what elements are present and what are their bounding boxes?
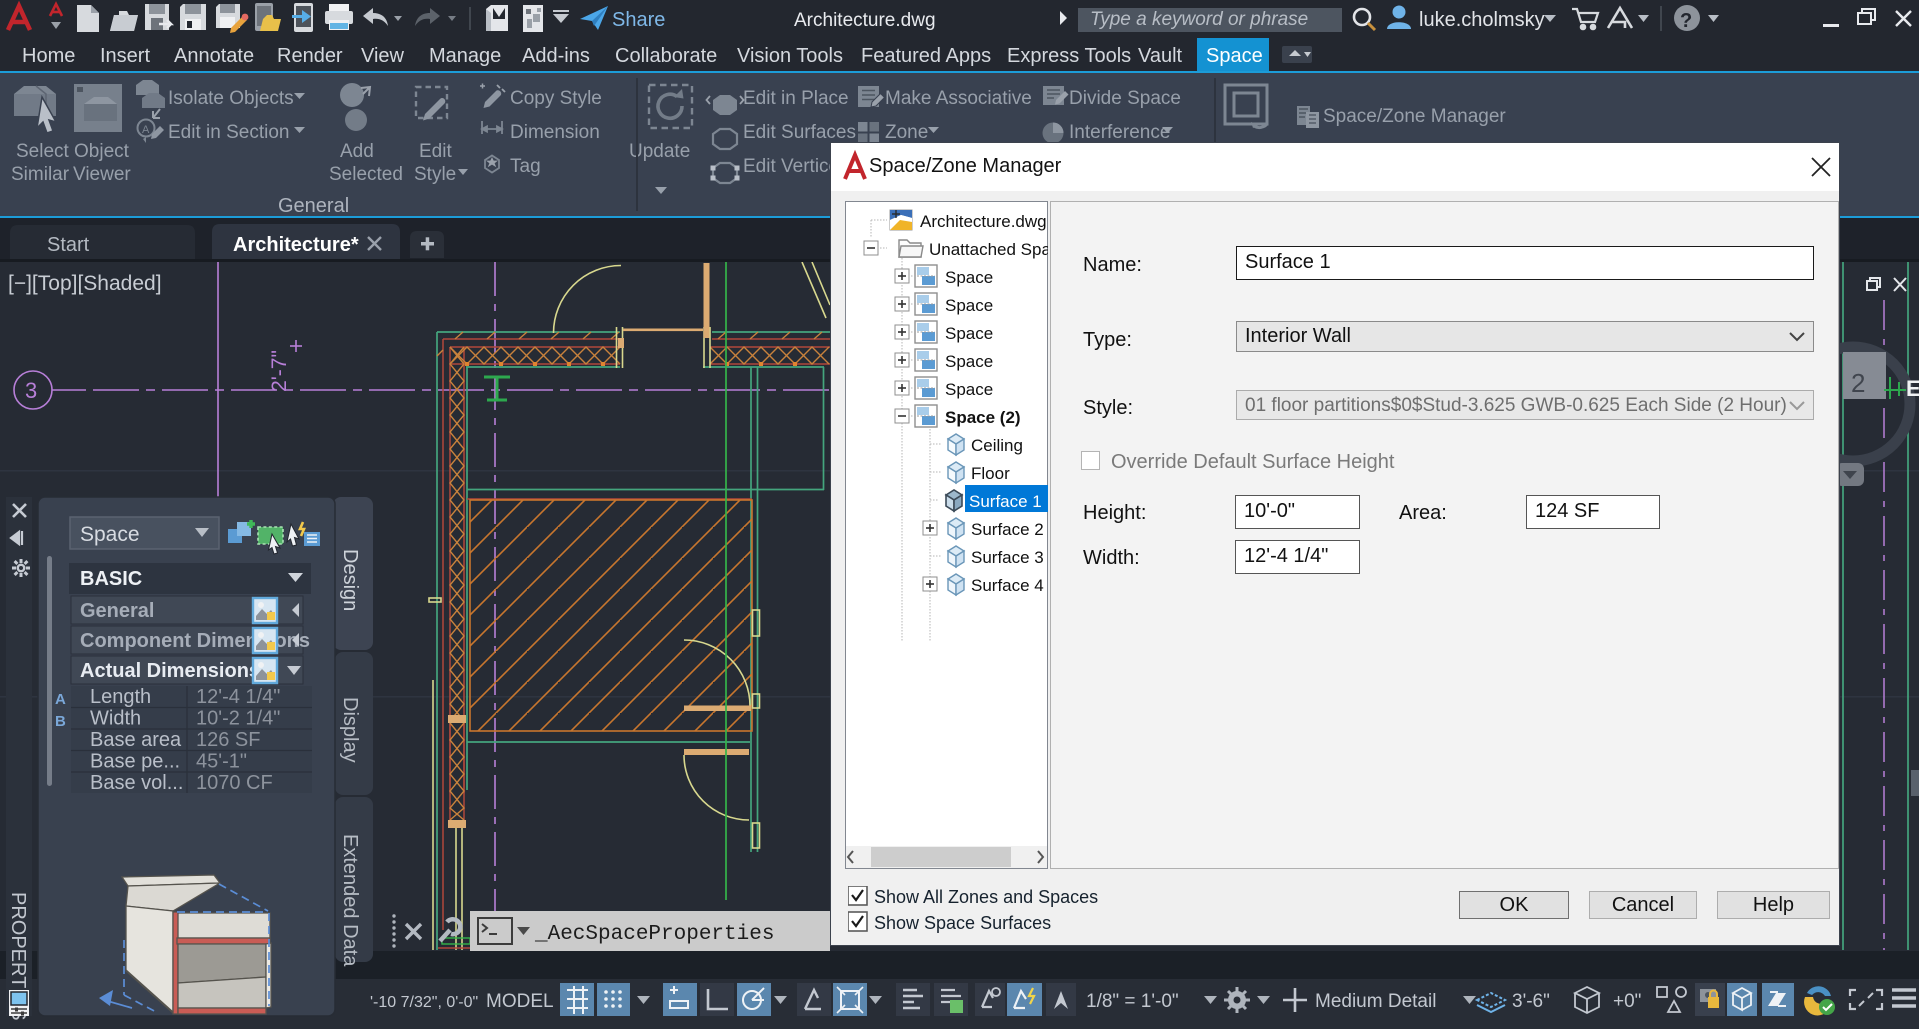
svg-text:3'-6": 3'-6"	[1512, 991, 1550, 1012]
svg-text:Edit in Place: Edit in Place	[743, 88, 849, 109]
svg-text:Annotate: Annotate	[174, 45, 254, 67]
svg-text:Select: Select	[16, 141, 70, 162]
svg-text:B: B	[55, 713, 66, 730]
svg-text:E: E	[1906, 376, 1919, 401]
svg-text:Base area: Base area	[90, 729, 182, 751]
svg-text:Copy Style: Copy Style	[510, 88, 602, 109]
svg-text:MODEL: MODEL	[486, 991, 554, 1012]
svg-text:?: ?	[1680, 10, 1692, 32]
svg-text:Architecture.dwg: Architecture.dwg	[920, 212, 1047, 231]
svg-text:1/8" = 1'-0": 1/8" = 1'-0"	[1086, 991, 1179, 1012]
svg-text:Start: Start	[47, 234, 90, 256]
svg-text:10'-2 1/4": 10'-2 1/4"	[196, 708, 280, 730]
svg-text:Surface 1: Surface 1	[969, 492, 1042, 511]
svg-text:Interference: Interference	[1069, 122, 1170, 143]
svg-text:Space: Space	[945, 324, 993, 343]
svg-text:45'-1": 45'-1"	[196, 751, 247, 773]
svg-text:Architecture*: Architecture*	[233, 234, 359, 256]
svg-text:Actual Dimensions: Actual Dimensions	[80, 660, 260, 682]
svg-text:Medium Detail: Medium Detail	[1315, 991, 1436, 1012]
svg-text:Extended Data: Extended Data	[339, 834, 361, 967]
svg-text:Update: Update	[629, 141, 690, 162]
svg-text:Isolate Objects: Isolate Objects	[168, 88, 294, 109]
svg-text:Share: Share	[612, 9, 665, 31]
svg-text:Base vol...: Base vol...	[90, 772, 183, 794]
svg-text:Space: Space	[1206, 45, 1263, 67]
svg-text:A: A	[142, 124, 150, 136]
svg-text:Add-ins: Add-ins	[522, 45, 590, 67]
svg-text:12'-4 1/4": 12'-4 1/4"	[196, 686, 280, 708]
svg-text:Space (2): Space (2)	[945, 408, 1021, 427]
svg-text:Home: Home	[22, 45, 75, 67]
svg-text:Edit Surfaces: Edit Surfaces	[743, 122, 856, 143]
svg-text:Manage: Manage	[429, 45, 501, 67]
svg-text:Viewer: Viewer	[73, 164, 131, 185]
svg-text:Tag: Tag	[510, 156, 541, 177]
svg-text:Make Associative: Make Associative	[885, 88, 1032, 109]
svg-text:Space: Space	[945, 380, 993, 399]
svg-text:2: 2	[1851, 368, 1865, 398]
svg-text:General: General	[278, 195, 349, 216]
svg-text:Edit in Section: Edit in Section	[168, 122, 289, 143]
svg-text:Vision Tools: Vision Tools	[737, 45, 843, 67]
svg-text:Architecture.dwg: Architecture.dwg	[794, 10, 936, 31]
svg-text:126 SF: 126 SF	[196, 729, 260, 751]
svg-text:Display: Display	[339, 697, 361, 763]
svg-text:+0": +0"	[1613, 991, 1641, 1012]
svg-text:Surface 4: Surface 4	[971, 576, 1044, 595]
svg-text:Dimension: Dimension	[510, 122, 600, 143]
svg-text:Base pe...: Base pe...	[90, 751, 180, 773]
svg-text:BASIC: BASIC	[80, 568, 142, 590]
svg-text:Surface 3: Surface 3	[971, 548, 1044, 567]
svg-text:Render: Render	[277, 45, 343, 67]
svg-text:Design: Design	[339, 549, 361, 611]
svg-text:2'-7": 2'-7"	[268, 350, 291, 392]
svg-text:Edit: Edit	[419, 141, 452, 162]
svg-text:'-10 7/32", 0'-0": '-10 7/32", 0'-0"	[370, 994, 478, 1011]
svg-text:Floor: Floor	[971, 464, 1010, 483]
svg-text:Divide Space: Divide Space	[1069, 88, 1181, 109]
svg-text:_AecSpaceProperties: _AecSpaceProperties	[534, 923, 774, 946]
svg-text:Space: Space	[945, 268, 993, 287]
svg-text:Zone: Zone	[885, 122, 928, 143]
svg-text:[−][Top][Shaded]: [−][Top][Shaded]	[8, 272, 162, 295]
svg-text:General: General	[80, 600, 154, 622]
svg-text:Collaborate: Collaborate	[615, 45, 717, 67]
svg-text:Space: Space	[80, 523, 140, 546]
svg-text:1070 CF: 1070 CF	[196, 772, 273, 794]
svg-text:Width: Width	[90, 708, 141, 730]
svg-text:Add: Add	[340, 141, 374, 162]
svg-text:3: 3	[25, 378, 37, 403]
svg-text:Space: Space	[945, 296, 993, 315]
svg-text:Style: Style	[414, 164, 456, 185]
svg-text:Length: Length	[90, 686, 151, 708]
svg-text:Type a keyword or phrase: Type a keyword or phrase	[1090, 9, 1308, 30]
svg-text:Similar: Similar	[11, 164, 70, 185]
svg-text:Express Tools: Express Tools	[1007, 45, 1131, 67]
svg-text:luke.cholmsky: luke.cholmsky	[1419, 9, 1545, 31]
svg-text:Object: Object	[74, 141, 130, 162]
svg-text:A: A	[55, 691, 66, 708]
svg-text:Featured Apps: Featured Apps	[861, 45, 991, 67]
svg-text:Selected: Selected	[329, 164, 403, 185]
svg-text:Space/Zone Manager: Space/Zone Manager	[1323, 106, 1506, 127]
svg-text:View: View	[361, 45, 405, 67]
svg-text:Vault: Vault	[1138, 45, 1183, 67]
svg-text:Space: Space	[945, 352, 993, 371]
svg-text:Surface 2: Surface 2	[971, 520, 1044, 539]
svg-text:Ceiling: Ceiling	[971, 436, 1023, 455]
svg-text:Unattached Spaces: Unattached Spaces	[929, 240, 1048, 259]
svg-text:Insert: Insert	[100, 45, 150, 67]
